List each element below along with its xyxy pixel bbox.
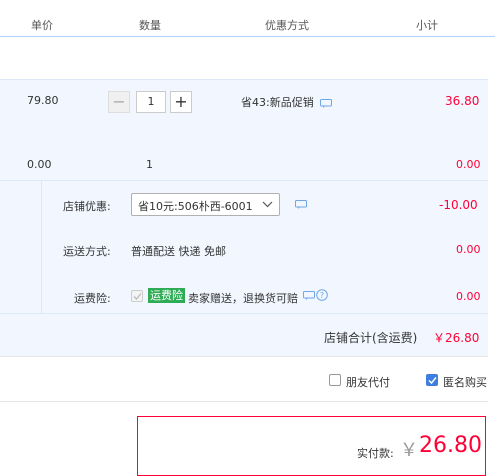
shop-discount-label: 店铺优惠: bbox=[63, 200, 111, 213]
shop-section-divider bbox=[41, 180, 42, 313]
check-icon bbox=[133, 293, 142, 300]
shop-total-divider bbox=[0, 313, 488, 314]
item-subtotal: 0.00 bbox=[456, 158, 481, 171]
help-icon[interactable]: ? bbox=[316, 289, 328, 301]
options-divider-bottom bbox=[0, 401, 488, 402]
insurance-label: 运费险: bbox=[74, 292, 111, 305]
chevron-down-icon bbox=[262, 201, 273, 208]
anonymous-label[interactable]: 匿名购买 bbox=[443, 374, 487, 390]
insurance-checkbox bbox=[131, 290, 143, 302]
shop-discount-amount: -10.00 bbox=[439, 198, 478, 212]
anonymous-checkbox[interactable] bbox=[426, 374, 438, 386]
shipping-label: 运送方式: bbox=[63, 245, 111, 258]
shipping-amount: 0.00 bbox=[456, 243, 481, 256]
check-icon bbox=[428, 377, 437, 385]
item-price: 0.00 bbox=[27, 158, 52, 171]
svg-text:?: ? bbox=[320, 291, 324, 300]
chat-icon[interactable] bbox=[295, 200, 307, 209]
shop-discount-select[interactable]: 省10元:506朴西-6001 bbox=[131, 193, 280, 216]
options-divider-top bbox=[0, 356, 488, 357]
increase-qty-button[interactable]: + bbox=[170, 91, 192, 113]
insurance-badge: 运费险 bbox=[148, 288, 185, 303]
chat-icon[interactable] bbox=[303, 291, 315, 300]
shop-total-value: ￥26.80 bbox=[433, 331, 480, 345]
table-header: 单价 数量 优惠方式 小计 bbox=[0, 0, 495, 37]
item-promo: 省43:新品促销 bbox=[241, 96, 314, 109]
shop-total-label: 店铺合计(含运费) bbox=[324, 331, 418, 345]
col-subtotal-header: 小计 bbox=[416, 19, 438, 32]
payment-label: 实付款: bbox=[357, 447, 394, 460]
col-qty-header: 数量 bbox=[139, 19, 161, 32]
payment-currency: ￥ bbox=[400, 440, 418, 461]
item-quantity: 1 bbox=[146, 158, 153, 171]
item-subtotal: 36.80 bbox=[445, 94, 480, 108]
item-price: 79.80 bbox=[27, 94, 59, 107]
col-price-header: 单价 bbox=[31, 19, 53, 32]
payment-amount: 26.80 bbox=[419, 433, 482, 458]
col-promo-header: 优惠方式 bbox=[265, 19, 309, 32]
cart-item-row: 0.00 1 0.00 bbox=[0, 150, 488, 178]
cart-item-row: 79.80 − 1 + 省43:新品促销 36.80 bbox=[0, 79, 488, 139]
insurance-amount: 0.00 bbox=[456, 290, 481, 303]
decrease-qty-button[interactable]: − bbox=[108, 91, 130, 113]
shop-discount-selected: 省10元:506朴西-6001 bbox=[138, 200, 253, 213]
shipping-value: 普通配送 快递 免邮 bbox=[131, 245, 226, 258]
insurance-text: 卖家赠送，退换货可赔 bbox=[188, 292, 298, 305]
quantity-input[interactable]: 1 bbox=[136, 91, 166, 113]
chat-icon[interactable] bbox=[320, 99, 332, 108]
friend-pay-label[interactable]: 朋友代付 bbox=[346, 374, 390, 390]
friend-pay-checkbox[interactable] bbox=[329, 374, 341, 386]
